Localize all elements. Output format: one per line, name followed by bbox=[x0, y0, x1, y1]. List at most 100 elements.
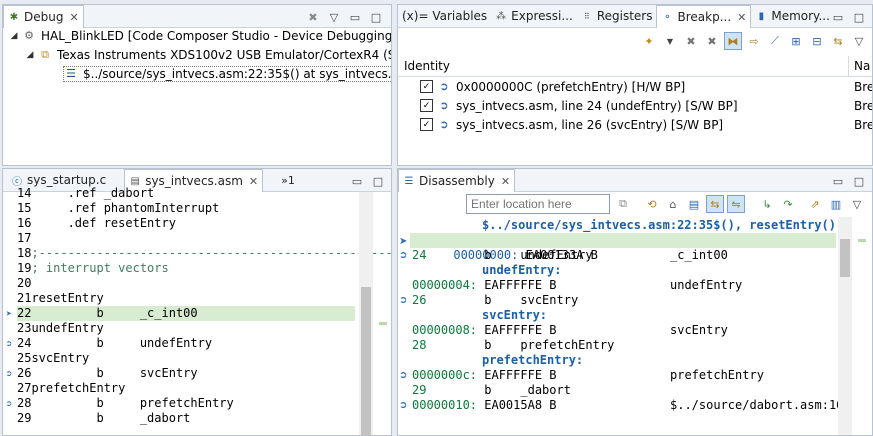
disassembly-scrollbar[interactable] bbox=[838, 217, 852, 435]
column-name[interactable]: Na bbox=[854, 59, 870, 73]
scrollbar-thumb[interactable] bbox=[361, 287, 371, 435]
tab-sys-startup-label: sys_startup.c bbox=[27, 173, 107, 187]
go-icon[interactable]: ⧉ bbox=[614, 195, 632, 213]
breakpoint-row[interactable]: ✓ ➲ sys_intvecs.asm, line 26 (svcEntry) … bbox=[420, 115, 872, 134]
code-line: 15 .ref phantomInterrupt bbox=[17, 201, 220, 215]
breakpoint-icon[interactable]: ➲ bbox=[399, 250, 409, 262]
tab-breakpoints-label: Breakp... bbox=[677, 10, 732, 24]
code-line: 25svcEntry bbox=[17, 351, 90, 365]
breakpoint-row[interactable]: ✓ ➲ sys_intvecs.asm, line 24 (undefEntry… bbox=[420, 96, 872, 115]
expand-icon[interactable]: ◢ bbox=[9, 31, 19, 41]
breakpoints-view: (x)= Variables ⁂ Expressi... ⠿ Registers… bbox=[397, 4, 873, 166]
disassembly-toolbar: ⧉ ⟲ ⌂ ▤ ⇆ ⇋ ↳ ↷ ⇗ ▥ ▽ bbox=[614, 195, 866, 213]
breakpoint-icon: ➲ bbox=[439, 79, 449, 93]
location-input[interactable] bbox=[466, 194, 610, 214]
sync-icon[interactable]: ⇋ bbox=[727, 195, 745, 213]
tab-variables[interactable]: (x)= Variables bbox=[398, 5, 491, 27]
tab-breakpoints[interactable]: ⚬ Breakp... ✕ bbox=[656, 5, 752, 28]
disassembly-area[interactable]: $../source/sys_intvecs.asm:22:35$(), res… bbox=[398, 217, 872, 435]
source-line: 29 b _dabort bbox=[412, 383, 571, 397]
tree-item-project-label: HAL_BlinkLED [Code Composer Studio - Dev… bbox=[41, 29, 392, 43]
tree-item-cpu-label: Texas Instruments XDS100v2 USB Emulator/… bbox=[57, 48, 391, 62]
refresh-icon[interactable]: ⟲ bbox=[643, 195, 661, 213]
breakpoint-icon[interactable]: ➲ bbox=[399, 370, 409, 382]
code-line: 18;-------------------------------------… bbox=[17, 246, 392, 260]
project-icon: ⚙ bbox=[24, 29, 34, 42]
instruction-line: 00000008: EAFFFFFE BsvcEntry bbox=[412, 323, 728, 337]
sync-icon[interactable]: ⇆ bbox=[829, 32, 847, 50]
code-line: 20 bbox=[17, 276, 32, 290]
maximize-icon[interactable]: □ bbox=[850, 172, 868, 190]
minimize-icon[interactable]: ▭ bbox=[829, 172, 847, 190]
column-divider[interactable] bbox=[848, 56, 849, 76]
column-identity[interactable]: Identity bbox=[404, 59, 450, 73]
editor-scrollbar[interactable] bbox=[359, 192, 373, 435]
tab-overflow-label: »1 bbox=[281, 173, 295, 187]
minimize-icon[interactable]: ▭ bbox=[829, 8, 847, 26]
tree-item-project[interactable]: ◢ ⚙ HAL_BlinkLED [Code Composer Studio -… bbox=[9, 29, 392, 43]
breakpoint-name: Bre bbox=[854, 98, 873, 113]
breakpoint-checkbox[interactable]: ✓ bbox=[420, 99, 433, 112]
tab-registers-label: Registers bbox=[596, 9, 653, 23]
skip-breakpoints-icon[interactable]: ⟋ bbox=[766, 32, 784, 50]
goto-file-icon[interactable]: ⇨ bbox=[745, 32, 763, 50]
step-over-icon[interactable]: ↷ bbox=[779, 195, 797, 213]
close-icon[interactable]: ✕ bbox=[69, 11, 78, 24]
maximize-icon[interactable]: □ bbox=[367, 8, 385, 26]
view-menu-icon[interactable]: ▽ bbox=[848, 195, 866, 213]
remove-icon[interactable]: ✖ bbox=[682, 32, 700, 50]
view-menu-icon[interactable]: ▽ bbox=[850, 32, 868, 50]
tab-memory[interactable]: ▮ Memory... bbox=[751, 5, 834, 27]
breakpoint-icon[interactable]: ➲ bbox=[399, 295, 409, 307]
tree-item-stack-frame[interactable]: ☰ $../source/sys_intvecs.asm:22:35$() at… bbox=[63, 66, 391, 82]
views-window-controls: ▭ □ bbox=[829, 8, 868, 26]
breakpoint-row[interactable]: ✓ ➲ 0x0000000C (prefetchEntry) [H/W BP] … bbox=[420, 77, 872, 96]
expand-icon[interactable]: ◢ bbox=[25, 50, 35, 60]
overview-ruler-mark[interactable] bbox=[858, 239, 866, 242]
breakpoint-icon[interactable]: ➲ bbox=[399, 400, 409, 412]
breakpoint-icon[interactable]: ➲ bbox=[6, 369, 16, 381]
expand-all-icon[interactable]: ⊞ bbox=[787, 32, 805, 50]
home-icon[interactable]: ⌂ bbox=[664, 195, 682, 213]
close-icon[interactable]: ✕ bbox=[737, 11, 746, 24]
breakpoint-icon[interactable]: ➲ bbox=[6, 339, 16, 351]
maximize-icon[interactable]: □ bbox=[369, 172, 387, 190]
minimize-icon[interactable]: ▭ bbox=[346, 8, 364, 26]
collapse-all-icon[interactable]: ⊟ bbox=[808, 32, 826, 50]
views-tabbar: (x)= Variables ⁂ Expressi... ⠿ Registers… bbox=[398, 5, 872, 28]
code-area[interactable]: 14 .ref _dabort 15 .ref phantomInterrupt… bbox=[3, 186, 392, 435]
label-line: undefEntry: bbox=[482, 263, 562, 277]
overview-ruler-mark[interactable] bbox=[379, 322, 387, 325]
disassembly-icon: ☰ bbox=[404, 175, 414, 187]
export-icon[interactable]: ⇗ bbox=[806, 195, 824, 213]
layout-icon[interactable]: ▥ bbox=[827, 195, 845, 213]
breakpoint-checkbox[interactable]: ✓ bbox=[420, 118, 433, 131]
close-icon[interactable]: ✕ bbox=[501, 175, 510, 188]
bug-icon: ✱ bbox=[9, 11, 19, 23]
breakpoint-icon[interactable]: ➲ bbox=[6, 399, 16, 411]
code-line: 26 b svcEntry bbox=[17, 366, 198, 380]
link-with-editor-icon[interactable]: ⇆ bbox=[706, 195, 724, 213]
tab-registers[interactable]: ⠿ Registers bbox=[577, 5, 657, 27]
remove-all-terminated-icon[interactable]: ✖ bbox=[304, 8, 322, 26]
remove-all-icon[interactable]: ✖ bbox=[703, 32, 721, 50]
tree-item-cpu[interactable]: ◢ ⧉ Texas Instruments XDS100v2 USB Emula… bbox=[25, 48, 391, 62]
stack-frame-icon: ☰ bbox=[66, 67, 76, 80]
step-into-icon[interactable]: ↳ bbox=[758, 195, 776, 213]
breakpoint-checkbox[interactable]: ✓ bbox=[420, 80, 433, 93]
breakpoint-name: Bre bbox=[854, 79, 873, 94]
breakpoint-icon: ⚬ bbox=[663, 11, 672, 23]
tab-disassembly[interactable]: ☰ Disassembly ✕ bbox=[398, 169, 516, 192]
code-line: 17 bbox=[17, 231, 32, 245]
view-menu-icon[interactable]: ▽ bbox=[325, 8, 343, 26]
tab-expressions[interactable]: ⁂ Expressi... bbox=[491, 5, 577, 27]
code-line: 28 b prefetchEntry bbox=[17, 396, 234, 410]
scrollbar-thumb[interactable] bbox=[840, 239, 850, 277]
breakpoint-identity: sys_intvecs.asm, line 24 (undefEntry) [S… bbox=[456, 98, 738, 113]
new-breakpoint-icon[interactable]: ✦ bbox=[640, 32, 658, 50]
link-with-debug-icon[interactable]: ⧓ bbox=[724, 32, 742, 50]
tab-debug[interactable]: ✱ Debug ✕ bbox=[3, 5, 84, 28]
dropdown-icon[interactable]: ▼ bbox=[661, 32, 679, 50]
show-source-icon[interactable]: ▤ bbox=[685, 195, 703, 213]
maximize-icon[interactable]: □ bbox=[850, 8, 868, 26]
